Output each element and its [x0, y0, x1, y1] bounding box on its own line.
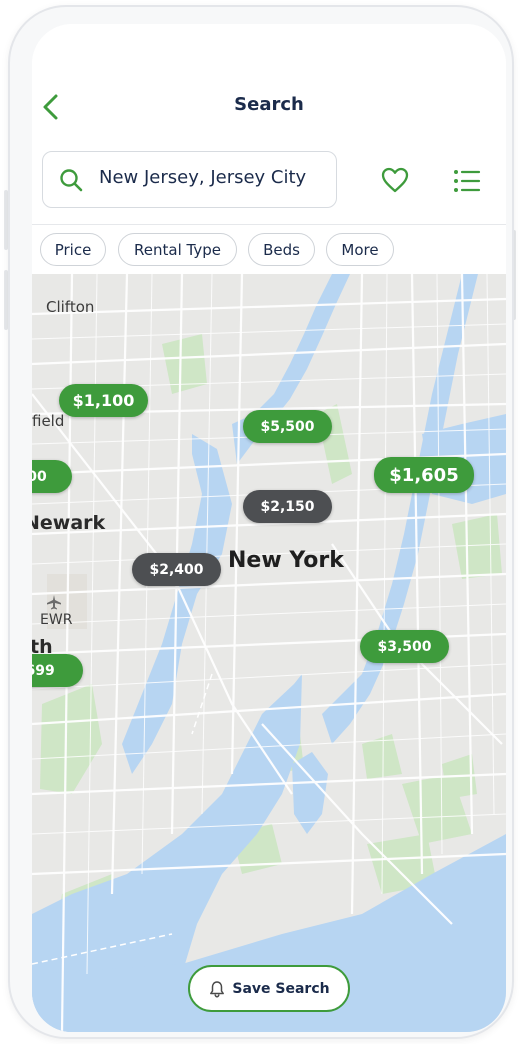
- search-value: New Jersey, Jersey City: [99, 167, 307, 188]
- place-label-clifton: Clifton: [46, 298, 95, 316]
- price-pin[interactable]: $1,100: [59, 384, 148, 417]
- map-view[interactable]: Clifton field Newark EWR New York th $1,…: [32, 274, 506, 1032]
- filter-chip-rental-type[interactable]: Rental Type: [118, 233, 237, 266]
- heart-icon: [381, 167, 409, 193]
- price-pin[interactable]: $1,605: [374, 457, 474, 493]
- place-label-newark: Newark: [32, 512, 106, 534]
- app-screen: Search New Jersey, Jersey City Price Ren…: [32, 24, 506, 1032]
- page-title: Search: [234, 94, 304, 115]
- price-pin[interactable]: ,699: [32, 654, 83, 687]
- header-divider: [32, 224, 506, 225]
- filter-chip-more[interactable]: More: [326, 233, 394, 266]
- price-pin[interactable]: $2,400: [132, 553, 221, 586]
- search-header: Search New Jersey, Jersey City: [32, 24, 506, 224]
- filter-chip-beds[interactable]: Beds: [248, 233, 315, 266]
- phone-frame: Search New Jersey, Jersey City Price Ren…: [8, 5, 514, 1039]
- price-pin[interactable]: 00: [32, 460, 72, 493]
- favorites-button[interactable]: [381, 167, 409, 193]
- place-label-ewr: EWR: [40, 612, 73, 628]
- filter-chip-price[interactable]: Price: [40, 233, 106, 266]
- bell-icon: [210, 980, 225, 998]
- price-pin[interactable]: $5,500: [243, 410, 332, 443]
- price-pin[interactable]: $2,150: [243, 490, 332, 523]
- price-pin[interactable]: $3,500: [360, 630, 449, 663]
- list-icon: [454, 170, 481, 192]
- save-search-button[interactable]: Save Search: [188, 965, 350, 1012]
- place-label-new-york: New York: [228, 548, 344, 573]
- airport-icon: [47, 595, 61, 610]
- search-icon: [60, 169, 83, 192]
- place-label-field: field: [32, 412, 65, 430]
- save-search-label: Save Search: [232, 980, 330, 997]
- search-input[interactable]: New Jersey, Jersey City: [42, 151, 337, 208]
- list-view-button[interactable]: [453, 169, 481, 193]
